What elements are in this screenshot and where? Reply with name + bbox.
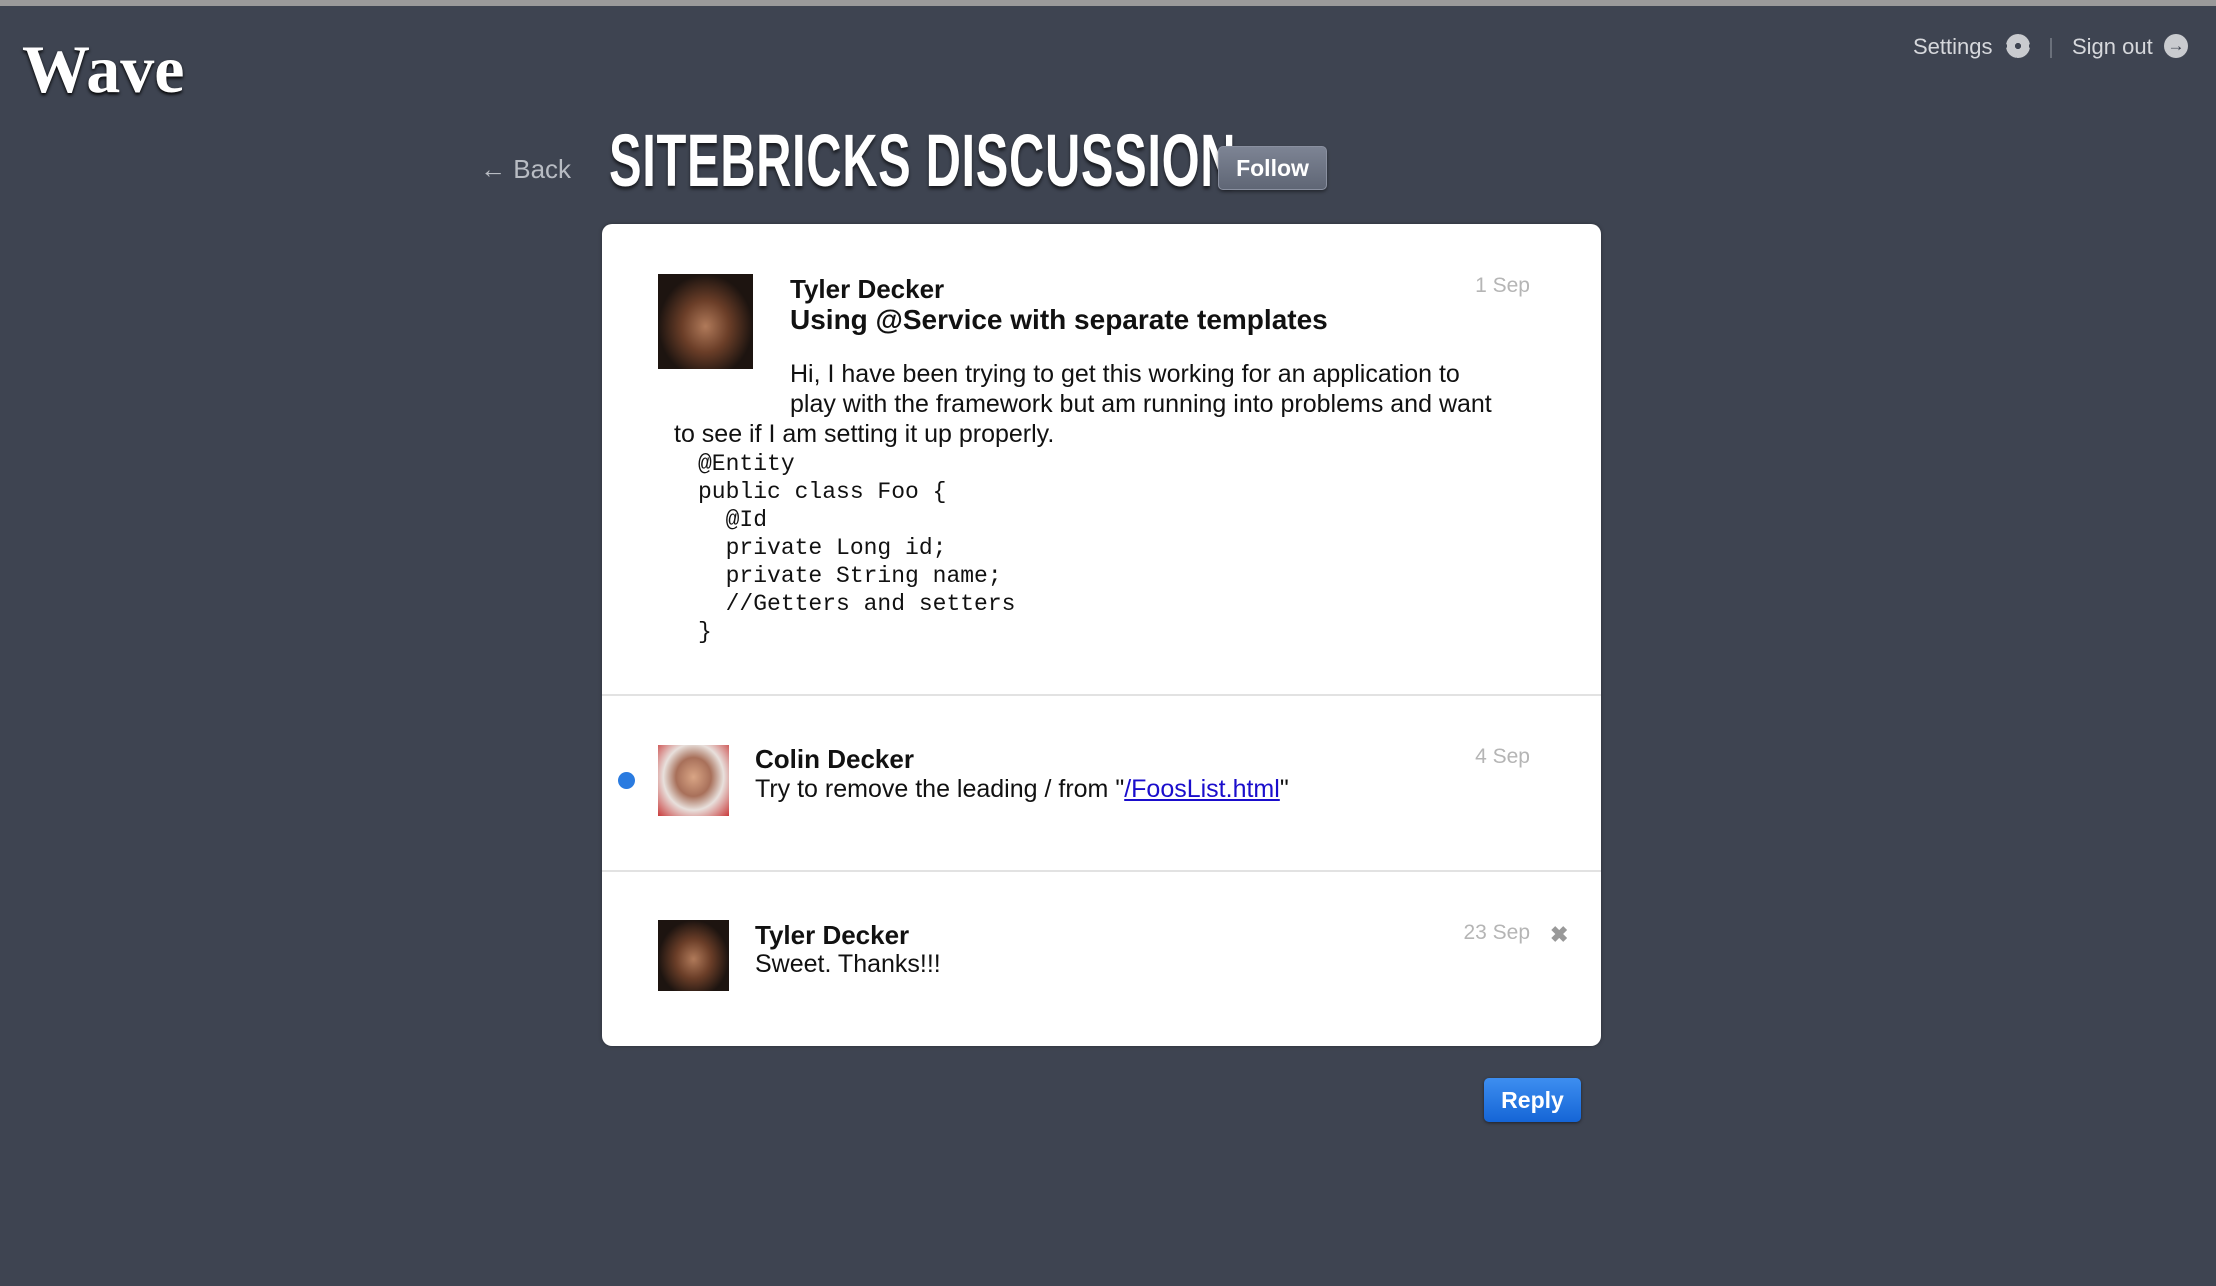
post-text-part: Try to remove the leading / from " (755, 775, 1125, 803)
post-text: Sweet. Thanks!!! (755, 950, 941, 978)
avatar (658, 920, 729, 991)
post-date: 4 Sep (1475, 745, 1530, 768)
code-line: //Getters and setters (698, 591, 1016, 617)
avatar (658, 274, 753, 369)
code-line: private String name; (698, 563, 1002, 589)
back-link[interactable]: ← Back (480, 154, 571, 185)
post-divider (602, 870, 1601, 872)
post-text: Try to remove the leading / from "/FoosL… (755, 775, 1289, 804)
sign-out-link[interactable]: Sign out (2072, 34, 2153, 60)
page-title: SITEBRICKS DISCUSSION (609, 119, 1237, 202)
code-line: @Entity (698, 451, 795, 477)
code-line: private Long id; (698, 535, 947, 561)
nav-divider (2050, 38, 2052, 58)
post-body-line: to see if I am setting it up properly. (674, 420, 1055, 448)
post-body-line: play with the framework but am running i… (790, 390, 1492, 418)
post-author: Tyler Decker (755, 920, 910, 950)
avatar (658, 745, 729, 816)
code-line: @Id (698, 507, 768, 533)
foos-list-link[interactable]: /FoosList.html (1124, 775, 1280, 803)
post-text-part: " (1279, 775, 1289, 803)
post-subject: Using @Service with separate templates (790, 304, 1328, 335)
post-divider (602, 694, 1601, 696)
arrow-circle-icon[interactable]: → (2164, 34, 2188, 58)
code-line: } (698, 619, 712, 645)
wave-logo[interactable]: Wave (22, 30, 184, 109)
post-date: 1 Sep (1475, 274, 1530, 297)
delete-icon[interactable]: ✖ (1550, 922, 1568, 948)
settings-link[interactable]: Settings (1913, 34, 1993, 60)
unread-dot-icon (618, 772, 635, 789)
gear-icon[interactable] (2006, 34, 2030, 58)
post-author: Tyler Decker (790, 274, 945, 304)
window-top-edge (0, 0, 2216, 6)
reply-button[interactable]: Reply (1484, 1078, 1581, 1122)
post-body-line: Hi, I have been trying to get this worki… (790, 360, 1460, 388)
code-block: @Entity public class Foo { @Id private Lo… (698, 450, 1015, 646)
code-line: public class Foo { (698, 479, 947, 505)
post-author: Colin Decker (755, 744, 914, 774)
follow-button[interactable]: Follow (1218, 146, 1327, 190)
post-date: 23 Sep (1463, 921, 1530, 944)
logo-text: Wave (22, 31, 185, 107)
